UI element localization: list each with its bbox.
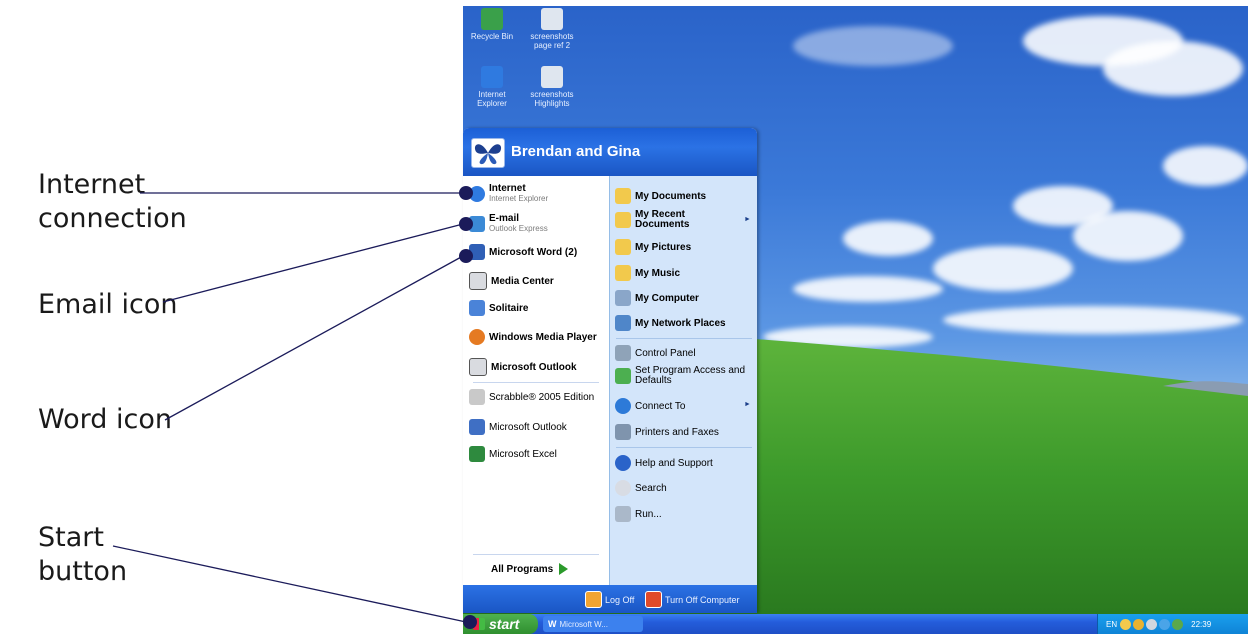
- annotation-leader-lines: [112, 186, 477, 629]
